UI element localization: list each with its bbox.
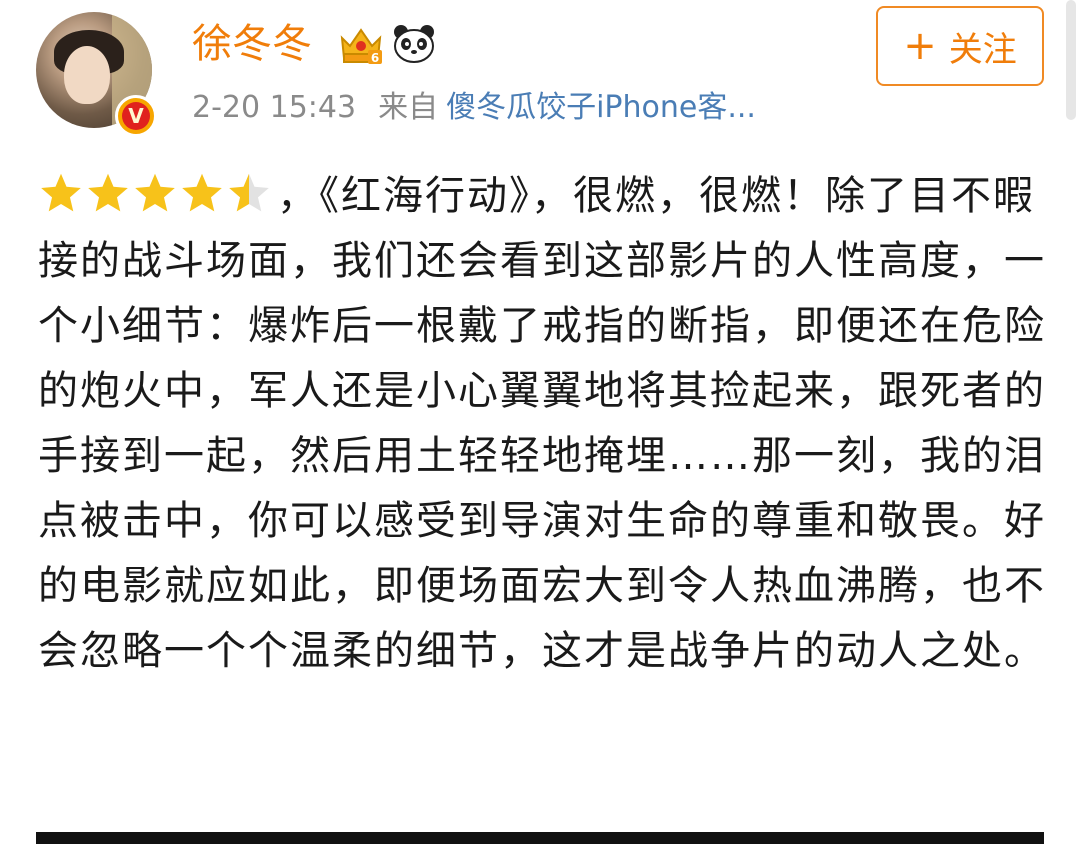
verified-badge-icon: V [115, 95, 157, 137]
weibo-post: V 徐冬冬 6 2-20 15:43 来自 傻冬瓜饺子iPhone客... + 关注 [0, 0, 1080, 844]
post-meta: 2-20 15:43 来自 傻冬瓜饺子iPhone客... [192, 86, 756, 130]
level-badge: 6 [371, 51, 379, 65]
username[interactable]: 徐冬冬 [192, 18, 312, 70]
plus-icon: + [903, 23, 937, 69]
follow-button[interactable]: + 关注 [876, 6, 1044, 86]
post-source-link[interactable]: 傻冬瓜饺子iPhone客... [446, 90, 756, 125]
follow-label: 关注 [948, 29, 1017, 70]
from-label: 来自 [378, 90, 439, 125]
crown-icon[interactable]: 6 [338, 24, 384, 66]
star-full-icon [88, 173, 128, 212]
star-full-icon [41, 173, 81, 212]
star-half-icon [229, 173, 269, 212]
divider [36, 832, 1044, 844]
rating-stars [38, 171, 273, 215]
star-full-icon [135, 173, 175, 212]
post-timestamp: 2-20 15:43 [192, 90, 357, 125]
post-text: ，《红海行动》，很燃，很燃！除了目不暇接的战斗场面，我们还会看到这部影片的人性高… [38, 173, 1046, 674]
scrollbar[interactable] [1066, 0, 1076, 120]
panda-icon[interactable] [392, 24, 436, 64]
post-body: ，《红海行动》，很燃，很燃！除了目不暇接的战斗场面，我们还会看到这部影片的人性高… [38, 164, 1048, 684]
star-full-icon [182, 173, 222, 212]
